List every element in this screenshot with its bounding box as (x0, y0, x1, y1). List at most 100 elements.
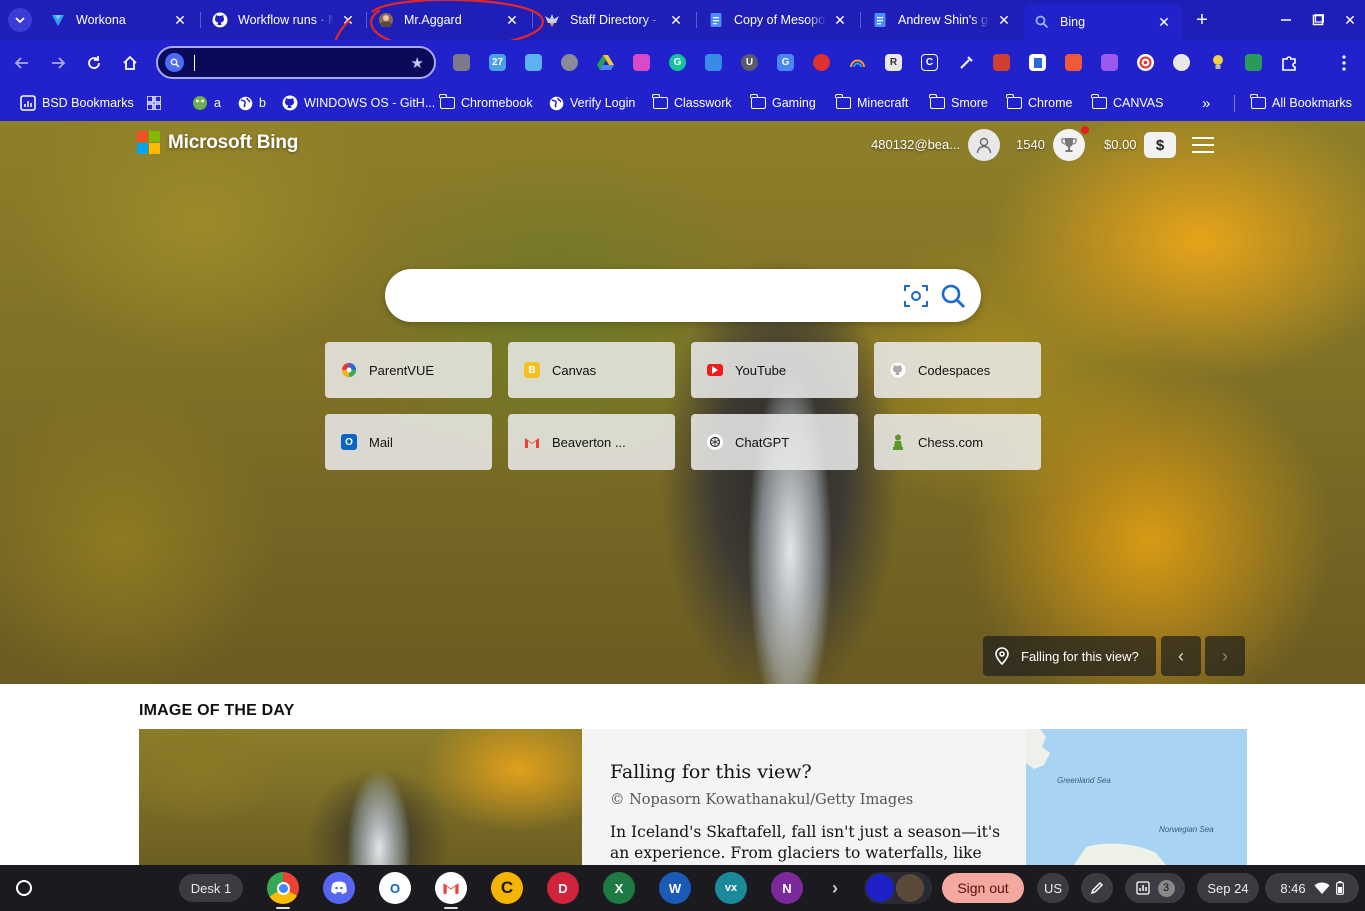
maximize-button[interactable] (1306, 8, 1330, 32)
forward-button[interactable] (46, 51, 70, 75)
extension-rainbow-icon[interactable] (849, 54, 866, 71)
extension-c-icon[interactable]: C (921, 54, 938, 71)
tab-search-button[interactable] (8, 8, 32, 32)
bookmark-folder-chromebook[interactable]: Chromebook (438, 93, 533, 113)
close-icon[interactable]: ✕ (996, 12, 1012, 28)
vx-app-icon[interactable]: vx (715, 872, 747, 904)
bookmark-windows-os[interactable]: WINDOWS OS - GitH... (282, 93, 435, 113)
tab-copy-of-mesopot[interactable]: Copy of Mesopot ✕ (698, 6, 858, 34)
grammarly-icon[interactable]: G (669, 54, 686, 71)
date-display[interactable]: Sep 24 (1197, 873, 1259, 903)
google-translate-icon[interactable]: G (777, 54, 794, 71)
lightbulb-icon[interactable] (1209, 54, 1226, 71)
quicklink-parentvue[interactable]: ParentVUE (325, 342, 492, 398)
ublock-icon[interactable]: U (741, 54, 758, 71)
extension-puzzle-purple-icon[interactable] (1101, 54, 1118, 71)
desmos-app-icon[interactable]: D (547, 872, 579, 904)
quicklink-codespaces[interactable]: Codespaces (874, 342, 1041, 398)
visual-search-icon[interactable] (903, 283, 929, 309)
close-icon[interactable]: ✕ (668, 12, 684, 28)
back-button[interactable] (10, 51, 34, 75)
quicklink-canvas[interactable]: B Canvas (508, 342, 675, 398)
bookmark-verify-login[interactable]: Verify Login (548, 93, 635, 113)
quicklink-youtube[interactable]: YouTube (691, 342, 858, 398)
hamburger-menu-icon[interactable] (1192, 137, 1214, 153)
tab-bing[interactable]: Bing ✕ (1024, 4, 1182, 40)
bing-logo[interactable]: Microsoft Bing (137, 131, 298, 154)
extension-mask-icon[interactable] (1173, 54, 1190, 71)
quicklink-mail[interactable]: O Mail (325, 414, 492, 470)
extension-graduation-icon[interactable] (705, 54, 722, 71)
extension-docs-icon[interactable] (1029, 54, 1046, 71)
close-icon[interactable]: ✕ (1156, 14, 1172, 30)
image-caption-button[interactable]: Falling for this view? (983, 636, 1156, 676)
desk-switcher[interactable]: Desk 1 (179, 874, 243, 902)
sign-out-button[interactable]: Sign out (942, 873, 1024, 903)
rewards-balance[interactable]: $0.00 (1104, 137, 1137, 152)
bookmark-folder-gaming[interactable]: Gaming (749, 93, 816, 113)
image-of-the-day-title[interactable]: Falling for this view? (610, 761, 812, 783)
tab-andrew-shin[interactable]: Andrew Shin's ga ✕ (862, 6, 1022, 34)
bookmark-a[interactable]: a (192, 93, 221, 113)
gmail-app-icon[interactable] (435, 872, 467, 904)
input-method-indicator[interactable]: US (1037, 873, 1069, 903)
extensions-puzzle-icon[interactable] (1281, 54, 1298, 71)
extension-27-icon[interactable]: 27 (489, 54, 506, 71)
bookmark-star-icon[interactable]: ★ (411, 54, 424, 72)
minimize-button[interactable] (1274, 8, 1298, 32)
extension-translate-icon[interactable] (1245, 54, 1262, 71)
browser-menu-button[interactable] (1332, 51, 1356, 75)
outlook-app-icon[interactable]: O (379, 872, 411, 904)
account-name[interactable]: 480132@bea... (871, 137, 960, 152)
dollar-icon[interactable]: $ (1144, 132, 1176, 158)
eyedropper-icon[interactable] (957, 54, 974, 71)
quicklink-chess[interactable]: Chess.com (874, 414, 1041, 470)
image-of-the-day-thumbnail[interactable] (139, 729, 582, 865)
bookmarks-overflow-button[interactable]: » (1202, 93, 1210, 113)
bookmark-folder-chrome[interactable]: Chrome (1005, 93, 1072, 113)
stylus-tools-button[interactable] (1081, 873, 1113, 903)
rewards-button[interactable] (1053, 129, 1085, 161)
reload-button[interactable] (82, 51, 106, 75)
close-icon[interactable]: ✕ (172, 12, 188, 28)
quicklink-chatgpt[interactable]: ChatGPT (691, 414, 858, 470)
bookmark-folder-smore[interactable]: Smore (928, 93, 988, 113)
address-bar[interactable]: ★ (156, 46, 436, 79)
bookmark-apps[interactable] (146, 93, 168, 113)
location-map[interactable]: Greenland Sea Norwegian Sea (1026, 729, 1247, 865)
system-tray[interactable]: 8:46 (1265, 873, 1359, 903)
excel-app-icon[interactable]: X (603, 872, 635, 904)
extension-palette-icon[interactable] (561, 54, 578, 71)
bookmark-folder-minecraft[interactable]: Minecraft (834, 93, 908, 113)
bing-search-box[interactable] (385, 269, 981, 322)
bookmark-all-bookmarks[interactable]: All Bookmarks (1249, 93, 1352, 113)
account-avatar[interactable] (968, 129, 1000, 161)
launcher-button[interactable] (8, 872, 40, 904)
close-icon[interactable]: ✕ (832, 12, 848, 28)
home-button[interactable] (118, 51, 142, 75)
shelf-overflow-chevron-icon[interactable]: › (819, 872, 851, 904)
bookmark-folder-canvas[interactable]: CANVAS (1090, 93, 1163, 113)
extension-rocket-icon[interactable] (1065, 54, 1082, 71)
search-icon[interactable] (939, 282, 967, 310)
extension-record-icon[interactable] (813, 54, 830, 71)
extension-reader-icon[interactable]: R (885, 54, 902, 71)
discord-app-icon[interactable] (323, 872, 355, 904)
user-session-chip[interactable] (864, 872, 932, 904)
extension-target-icon[interactable] (1137, 54, 1154, 71)
bookmark-folder-classwork[interactable]: Classwork (651, 93, 732, 113)
clever-app-icon[interactable]: C (491, 872, 523, 904)
previous-image-button[interactable]: ‹ (1161, 636, 1201, 676)
bookmark-b[interactable]: b (237, 93, 266, 113)
chrome-app-icon[interactable] (267, 872, 299, 904)
google-drive-icon[interactable] (597, 54, 614, 71)
tab-workona[interactable]: Workona ✕ (40, 6, 198, 34)
new-tab-button[interactable]: + (1190, 8, 1214, 32)
extension-bookmark-icon[interactable] (525, 54, 542, 71)
word-app-icon[interactable]: W (659, 872, 691, 904)
extension-video-icon[interactable] (633, 54, 650, 71)
notifications-button[interactable]: 3 (1125, 873, 1185, 903)
bookmark-bsd-bookmarks[interactable]: BSD Bookmarks (20, 93, 134, 113)
next-image-button[interactable]: › (1205, 636, 1245, 676)
onenote-app-icon[interactable]: N (771, 872, 803, 904)
